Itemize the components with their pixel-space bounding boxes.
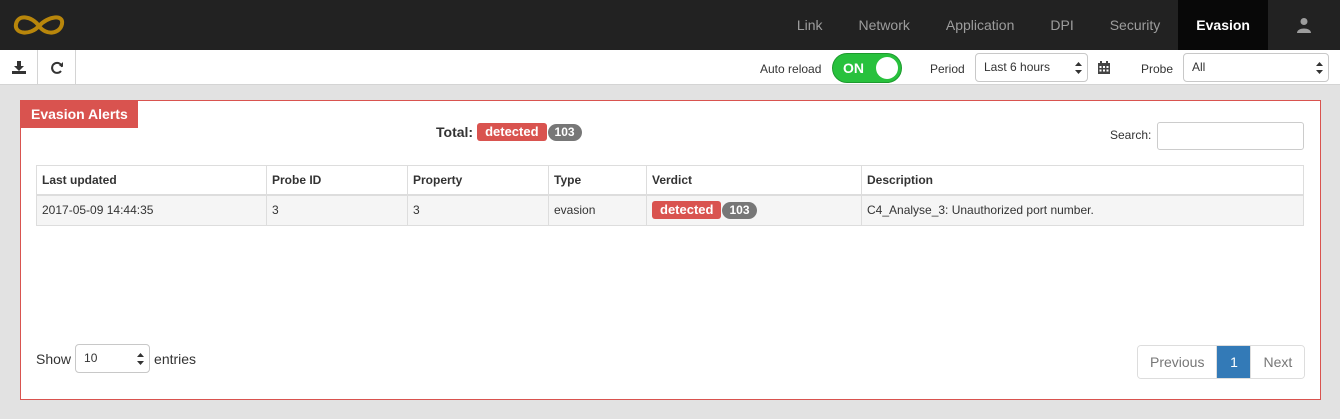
evasion-alerts-panel: Evasion Alerts Total: detected 103 Searc… xyxy=(20,100,1321,400)
select-arrows-icon xyxy=(137,353,145,365)
column-header-probe-id[interactable]: Probe ID xyxy=(266,165,408,196)
cell-last-updated: 2017-05-09 14:44:35 xyxy=(36,194,267,226)
table-row[interactable]: 2017-05-09 14:44:35 3 3 evasion detected… xyxy=(36,194,1304,226)
probe-label: Probe xyxy=(1141,62,1174,76)
verdict-status-badge: detected xyxy=(652,201,722,220)
nav-item-security[interactable]: Security xyxy=(1092,0,1179,50)
column-header-type[interactable]: Type xyxy=(548,165,647,196)
calendar-icon[interactable] xyxy=(1098,61,1110,74)
column-header-last-updated[interactable]: Last updated xyxy=(36,165,267,196)
auto-reload-toggle[interactable]: ON xyxy=(832,53,902,83)
show-label: Show xyxy=(36,350,72,367)
user-icon xyxy=(1297,18,1311,33)
cell-property: 3 xyxy=(407,194,549,226)
refresh-button[interactable] xyxy=(38,50,76,85)
verdict-count-badge: 103 xyxy=(722,202,757,220)
select-arrows-icon xyxy=(1316,62,1323,74)
table-header-row: Last updated Probe ID Property Type Verd… xyxy=(36,165,1304,196)
column-header-verdict[interactable]: Verdict xyxy=(646,165,862,196)
alerts-table: Last updated Probe ID Property Type Verd… xyxy=(36,165,1304,226)
total-label: Total: xyxy=(436,124,474,140)
cell-description: C4_Analyse_3: Unauthorized port number. xyxy=(861,194,1304,226)
download-icon xyxy=(11,61,26,74)
refresh-icon xyxy=(50,61,63,74)
period-select[interactable]: Last 6 hours xyxy=(975,53,1088,82)
entries-label: entries xyxy=(154,350,197,367)
period-label: Period xyxy=(930,62,965,76)
search-label: Search: xyxy=(1110,128,1152,142)
user-menu-button[interactable] xyxy=(1268,0,1340,50)
cell-verdict: detected 103 xyxy=(646,194,862,226)
total-status-badge: detected xyxy=(477,123,547,141)
download-button[interactable] xyxy=(0,50,38,85)
toggle-knob xyxy=(876,57,898,79)
toolbar: Auto reload ON Period Last 6 hours Probe… xyxy=(0,50,1340,85)
nav-item-evasion[interactable]: Evasion xyxy=(1178,0,1268,50)
period-value: Last 6 hours xyxy=(984,60,1051,74)
pagination: Previous 1 Next xyxy=(1137,345,1306,379)
total-summary: Total: detected 103 xyxy=(436,123,582,141)
auto-reload-label: Auto reload xyxy=(760,62,822,76)
probe-value: All xyxy=(1192,60,1206,74)
column-header-description[interactable]: Description xyxy=(861,165,1304,196)
nav-item-network[interactable]: Network xyxy=(841,0,928,50)
page-1-button[interactable]: 1 xyxy=(1216,346,1251,378)
entries-select[interactable]: 10 xyxy=(75,344,151,373)
entries-value: 10 xyxy=(84,351,98,365)
next-page-button[interactable]: Next xyxy=(1250,346,1305,378)
select-arrows-icon xyxy=(1075,62,1082,74)
nav-item-link[interactable]: Link xyxy=(779,0,841,50)
total-count-badge: 103 xyxy=(547,123,582,141)
probe-select[interactable]: All xyxy=(1183,53,1329,82)
infinity-logo[interactable] xyxy=(4,8,74,44)
nav-item-application[interactable]: Application xyxy=(928,0,1033,50)
top-navbar: Link Network Application DPI Security Ev… xyxy=(0,0,1340,50)
nav-item-dpi[interactable]: DPI xyxy=(1032,0,1091,50)
page-length-control: Show 10 entries xyxy=(36,344,196,373)
panel-title: Evasion Alerts xyxy=(21,101,138,128)
previous-page-button[interactable]: Previous xyxy=(1138,346,1217,378)
cell-type: evasion xyxy=(548,194,647,226)
column-header-property[interactable]: Property xyxy=(407,165,549,196)
toggle-state: ON xyxy=(843,60,864,76)
cell-probe-id: 3 xyxy=(266,194,408,226)
search-input[interactable] xyxy=(1157,122,1304,150)
nav-menu: Link Network Application DPI Security Ev… xyxy=(779,0,1340,50)
